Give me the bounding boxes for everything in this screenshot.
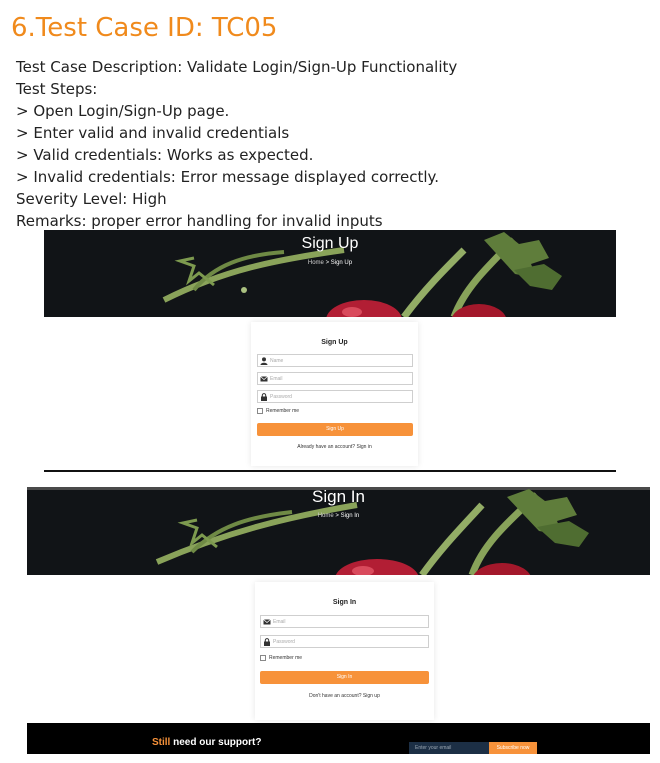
subscribe-button[interactable]: Subscribe now — [489, 742, 537, 754]
remember-me-label: Remember me — [269, 655, 303, 661]
envelope-icon — [260, 376, 268, 382]
remember-me[interactable]: Remember me — [257, 408, 299, 414]
email-input[interactable] — [273, 616, 424, 627]
remarks: Remarks: proper error handling for inval… — [16, 212, 383, 230]
breadcrumb-current: Sign Up — [330, 260, 353, 266]
remember-me-label: Remember me — [266, 408, 300, 414]
test-step: > Invalid credentials: Error message dis… — [16, 168, 440, 186]
lock-icon — [264, 638, 270, 646]
support-heading: Still need our support? — [152, 737, 261, 748]
test-step: > Valid credentials: Works as expected. — [16, 146, 314, 164]
test-step: > Enter valid and invalid credentials — [16, 124, 290, 142]
email-input[interactable] — [270, 373, 408, 384]
remember-me[interactable]: Remember me — [260, 655, 302, 661]
envelope-icon — [263, 619, 271, 625]
test-steps-label: Test Steps: — [16, 80, 98, 98]
remember-me-checkbox[interactable] — [260, 655, 266, 661]
password-input[interactable] — [270, 391, 408, 402]
breadcrumb-separator: > — [335, 513, 339, 519]
signin-form-card: Sign In Remember me Sign In Don't have a… — [255, 582, 434, 720]
email-field[interactable] — [257, 372, 413, 385]
signin-breadcrumb: Home > Sign In — [27, 513, 650, 519]
support-footer: Still need our support? Enter your email… — [27, 723, 650, 754]
newsletter-email-input[interactable]: Enter your email — [409, 742, 489, 754]
breadcrumb-separator: > — [325, 260, 330, 266]
name-input[interactable] — [270, 355, 408, 366]
signin-button[interactable]: Sign In — [260, 671, 429, 684]
user-icon — [260, 357, 268, 365]
breadcrumb-home-link[interactable]: Home — [318, 513, 334, 519]
page-divider — [44, 470, 616, 472]
signin-banner: Sign In Home > Sign In — [27, 487, 650, 575]
signup-banner-title: Sign Up — [301, 235, 359, 252]
test-case-description: Test Case Description: Validate Login/Si… — [16, 58, 458, 76]
test-case-title: 6.Test Case ID: TC05 — [11, 13, 278, 43]
support-highlight: Still — [152, 737, 171, 748]
signup-breadcrumb: Home > Sign Up — [44, 260, 616, 266]
signin-link[interactable]: Already have an account? Sign in — [251, 444, 418, 450]
signup-form-title: Sign Up — [321, 339, 348, 346]
lock-icon — [261, 393, 267, 401]
password-field[interactable] — [257, 390, 413, 403]
breadcrumb-current: Sign In — [340, 513, 360, 519]
test-step: > Open Login/Sign-Up page. — [16, 102, 230, 120]
password-input[interactable] — [273, 636, 424, 647]
signin-form-title: Sign In — [332, 599, 357, 606]
signin-banner-title: Sign In — [312, 487, 365, 506]
support-question: need our support? — [170, 737, 262, 748]
remember-me-checkbox[interactable] — [257, 408, 263, 414]
severity-level: Severity Level: High — [16, 190, 167, 208]
breadcrumb-home-link[interactable]: Home — [308, 260, 324, 266]
email-field[interactable] — [260, 615, 429, 628]
password-field[interactable] — [260, 635, 429, 648]
signup-button[interactable]: Sign Up — [257, 423, 413, 436]
signup-banner: Sign Up Home > Sign Up — [44, 230, 616, 317]
signup-link[interactable]: Don't have an account? Sign up — [255, 693, 434, 699]
test-case-details: Test Case Description: Validate Login/Si… — [16, 56, 457, 232]
name-field[interactable] — [257, 354, 413, 367]
signup-form-card: Sign Up Remember me Sign Up Already have… — [251, 322, 418, 466]
